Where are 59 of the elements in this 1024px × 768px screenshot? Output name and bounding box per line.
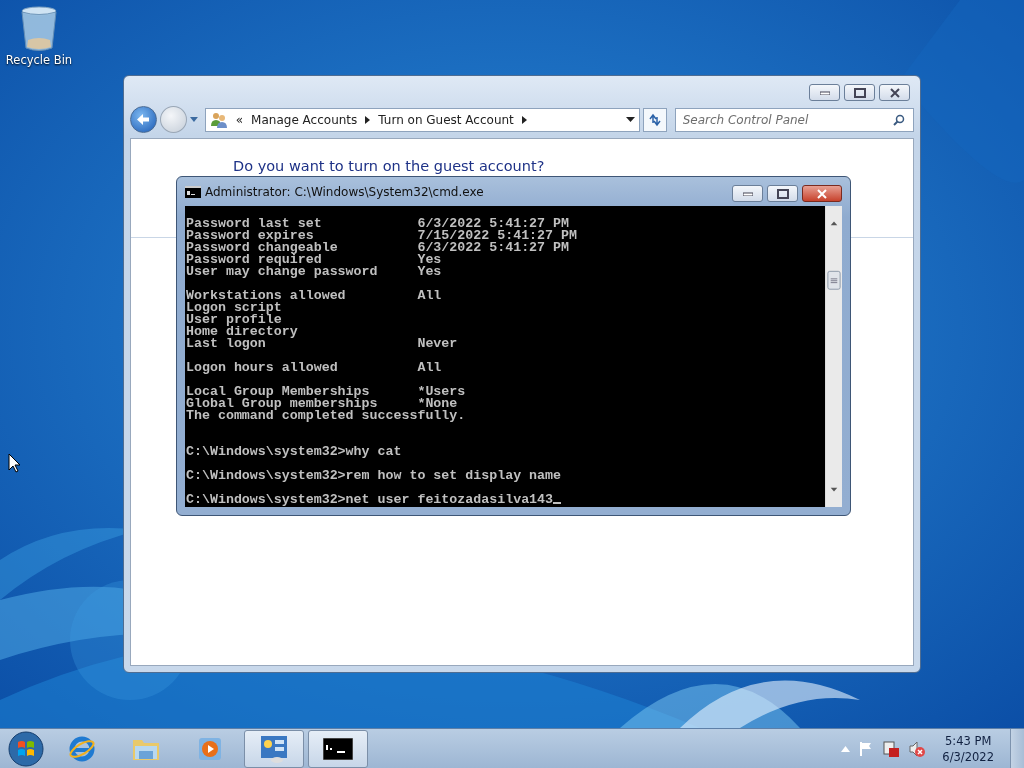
- refresh-icon: [647, 112, 662, 127]
- console-icon: [185, 185, 201, 198]
- maximize-icon: [853, 87, 866, 98]
- start-button[interactable]: [8, 730, 44, 767]
- search-field[interactable]: Search Control Panel: [674, 107, 914, 132]
- clock[interactable]: 5:43 PM 6/3/2022: [934, 732, 1002, 765]
- console-line: C:\Windows\system32>rem how to set display name: [186, 470, 562, 482]
- browser-icon: [68, 734, 96, 763]
- console-line: User profile: [186, 314, 282, 326]
- maximize-button[interactable]: [844, 84, 875, 101]
- volume-muted-icon[interactable]: [908, 739, 927, 758]
- console-line: User may change password Yes: [186, 266, 442, 278]
- page-heading: Do you want to turn on the guest account?: [233, 156, 545, 175]
- window-title: Administrator: C:\Windows\System32\cmd.exe: [205, 183, 484, 201]
- address-bar[interactable]: « Manage Accounts Turn on Guest Account: [204, 107, 640, 132]
- console-line: Password expires 7/15/2022 5:41:27 PM: [186, 230, 577, 242]
- users-icon: [209, 111, 228, 128]
- breadcrumb-arrow-icon[interactable]: [365, 115, 371, 124]
- close-button[interactable]: [802, 185, 842, 202]
- dropdown-icon[interactable]: [625, 117, 635, 123]
- console-line: Password required Yes: [186, 254, 442, 266]
- refresh-button[interactable]: [642, 107, 667, 132]
- recycle-bin-icon[interactable]: [20, 6, 58, 52]
- minimize-icon: [742, 191, 753, 196]
- minimize-button[interactable]: [809, 84, 840, 101]
- console-line: Home directory: [186, 326, 298, 338]
- breadcrumb-item[interactable]: Turn on Guest Account: [378, 110, 514, 129]
- minimize-button[interactable]: [732, 185, 763, 202]
- taskbar-button[interactable]: [308, 729, 368, 768]
- close-icon: [817, 188, 827, 199]
- mouse-cursor-icon: [8, 453, 21, 473]
- control-panel-icon: [259, 733, 289, 764]
- console-line: Logon hours allowed All: [186, 362, 442, 374]
- console-line: The command completed successfully.: [186, 410, 466, 422]
- desktop-icon-label[interactable]: Recycle Bin: [5, 52, 73, 70]
- show-desktop-button[interactable]: [1010, 728, 1024, 768]
- scrollbar[interactable]: [825, 206, 842, 507]
- search-icon[interactable]: [893, 113, 905, 126]
- back-button[interactable]: [130, 106, 157, 134]
- console-line: Last logon Never: [186, 338, 458, 350]
- console-line: Logon script: [186, 302, 282, 314]
- console-line: Local Group Memberships *Users: [186, 386, 466, 398]
- console-icon: [323, 737, 353, 760]
- maximize-icon: [776, 188, 789, 199]
- console-line: Password last set 6/3/2022 5:41:27 PM: [186, 218, 569, 230]
- media-player-icon: [197, 735, 223, 762]
- network-error-icon[interactable]: [882, 739, 901, 758]
- console-line: Password changeable 6/3/2022 5:41:27 PM: [186, 242, 569, 254]
- close-icon: [889, 87, 900, 98]
- maximize-button[interactable]: [767, 185, 798, 202]
- console-line: Global Group memberships *None: [186, 398, 458, 410]
- console-line: Workstations allowed All: [186, 290, 442, 302]
- breadcrumb-arrow-icon[interactable]: [521, 115, 527, 124]
- minimize-icon: [819, 90, 830, 95]
- console-line: C:\Windows\system32>net user feitozadasilva143: [186, 494, 562, 506]
- breadcrumb-chevron[interactable]: «: [235, 110, 244, 129]
- close-button[interactable]: [879, 84, 910, 101]
- console-line: C:\Windows\system32>why cat: [186, 446, 402, 458]
- breadcrumb-item[interactable]: Manage Accounts: [251, 110, 358, 129]
